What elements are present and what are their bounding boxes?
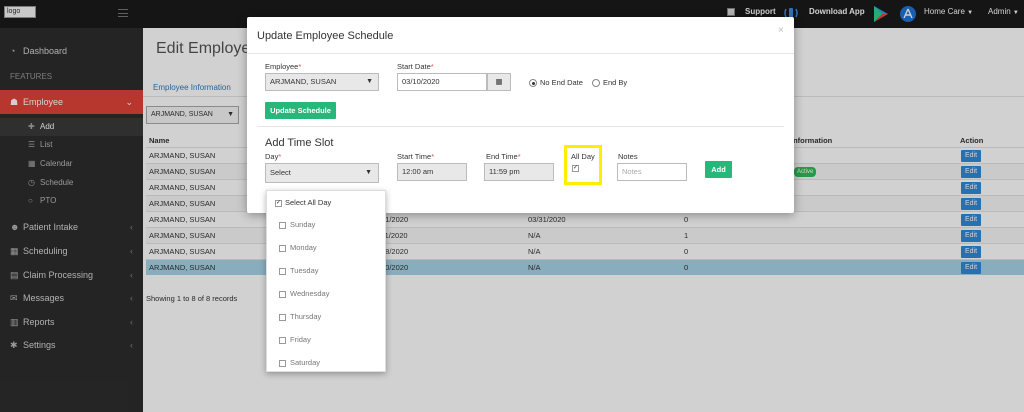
day-option-saturday[interactable]: Saturday bbox=[267, 352, 387, 374]
end-time-input[interactable]: 11:59 pm bbox=[484, 163, 554, 181]
start-date-input[interactable]: 03/10/2020 bbox=[397, 73, 487, 91]
select-all-day-option[interactable]: ✓ Select All Day bbox=[267, 192, 387, 214]
day-select[interactable]: Select ▼ bbox=[265, 163, 379, 183]
notes-label: Notes bbox=[618, 152, 638, 161]
add-button[interactable]: Add bbox=[705, 161, 732, 178]
day-checkbox[interactable] bbox=[279, 222, 286, 229]
modal-header-divider bbox=[247, 53, 794, 54]
day-dropdown: ✓ Select All Day Sunday Monday Tuesday Wedne… bbox=[266, 190, 386, 372]
add-time-slot-title: Add Time Slot bbox=[265, 137, 334, 149]
update-schedule-button[interactable]: Update Schedule bbox=[265, 102, 336, 119]
day-checkbox[interactable] bbox=[279, 291, 286, 298]
modal-employee-select[interactable]: ARJMAND, SUSAN ▼ bbox=[265, 73, 379, 91]
start-time-label: Start Time* bbox=[397, 152, 435, 161]
all-day-checkbox[interactable]: ✓ bbox=[572, 165, 579, 172]
day-checkbox[interactable] bbox=[279, 314, 286, 321]
all-day-label: All Day bbox=[571, 152, 595, 161]
day-checkbox[interactable] bbox=[279, 245, 286, 252]
caret-down-icon: ▼ bbox=[366, 78, 373, 85]
day-option-thursday[interactable]: Thursday bbox=[267, 306, 387, 328]
update-schedule-modal: Update Employee Schedule × Employee* ARJ… bbox=[247, 17, 794, 213]
day-checkbox[interactable] bbox=[279, 268, 286, 275]
start-date-label: Start Date* bbox=[397, 62, 434, 71]
start-time-input[interactable]: 12:00 am bbox=[397, 163, 467, 181]
day-label: Day* bbox=[265, 152, 282, 161]
day-option-friday[interactable]: Friday bbox=[267, 329, 387, 351]
close-icon[interactable]: × bbox=[778, 25, 784, 36]
notes-input[interactable]: Notes bbox=[617, 163, 687, 181]
no-end-date-radio[interactable] bbox=[529, 79, 537, 87]
modal-title: Update Employee Schedule bbox=[257, 30, 394, 42]
section-divider bbox=[257, 126, 784, 127]
end-by-radio[interactable] bbox=[592, 79, 600, 87]
day-option-wednesday[interactable]: Wednesday bbox=[267, 283, 387, 305]
calendar-icon[interactable]: ▦ bbox=[487, 73, 511, 91]
end-by-label: End By bbox=[603, 78, 628, 87]
all-day-highlight bbox=[564, 145, 602, 185]
select-all-checkbox[interactable]: ✓ bbox=[275, 200, 282, 207]
day-option-sunday[interactable]: Sunday bbox=[267, 214, 387, 236]
no-end-date-label: No End Date bbox=[540, 78, 583, 87]
caret-down-icon: ▼ bbox=[365, 169, 372, 176]
day-checkbox[interactable] bbox=[279, 360, 286, 367]
day-option-tuesday[interactable]: Tuesday bbox=[267, 260, 387, 282]
day-option-monday[interactable]: Monday bbox=[267, 237, 387, 259]
end-time-label: End Time* bbox=[486, 152, 521, 161]
employee-label: Employee* bbox=[265, 62, 302, 71]
day-checkbox[interactable] bbox=[279, 337, 286, 344]
